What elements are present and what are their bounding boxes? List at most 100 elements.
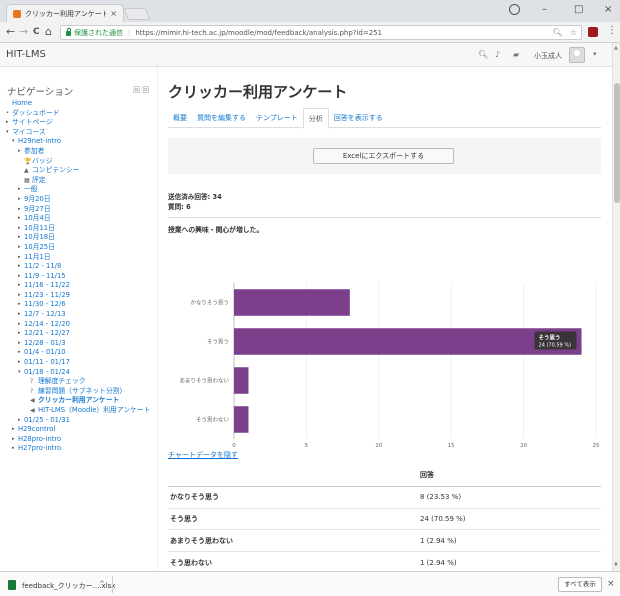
sidebar-item[interactable]: ? 練習問題（サブネット分割）	[6, 387, 156, 397]
badge-icon: 🏆	[24, 157, 32, 165]
sidebar-item[interactable]: ▸ 10月4日	[6, 214, 156, 224]
sidebar-item[interactable]: ▸ 一般	[6, 185, 156, 195]
sidebar-item-label: コンピテンシー	[32, 166, 80, 175]
tab-5[interactable]: 回答を表示する	[329, 108, 388, 127]
sidebar-item[interactable]: ▸ 12/21 - 12/27	[6, 329, 156, 339]
address-bar[interactable]: 保護された通信 | https://mimir.hi-tech.ac.jp/mo…	[60, 25, 582, 40]
sidebar-item-label: 01/25 - 01/31	[24, 415, 70, 424]
sidebar-item[interactable]: ▸ サイトページ	[6, 118, 156, 128]
scroll-up-icon[interactable]: ▲	[614, 45, 618, 51]
tab-1[interactable]: 概要	[168, 108, 192, 127]
profile-icon[interactable]	[509, 4, 520, 15]
user-menu-caret-icon[interactable]: ▾	[593, 50, 597, 58]
sidebar-item-label: バッジ	[32, 156, 53, 165]
reload-button[interactable]: C	[33, 25, 40, 39]
sidebar-item-label: マイコース	[12, 127, 46, 136]
sidebar-item-label: 11月1日	[24, 252, 51, 261]
sidebar-item[interactable]: ▸ 01/4 - 01/10	[6, 348, 156, 358]
tooltip-title: そう思う	[539, 334, 561, 342]
scroll-down-icon[interactable]: ▼	[614, 562, 618, 568]
messages-icon[interactable]: ▰	[513, 50, 519, 59]
sidebar-item-label: H29control	[18, 425, 56, 434]
hide-chart-data-link[interactable]: チャートデータを隠す	[168, 450, 238, 460]
sidebar-item[interactable]: ▸ 9月27日	[6, 205, 156, 215]
user-avatar[interactable]	[569, 47, 585, 63]
search-icon[interactable]: 🔍︎	[478, 50, 488, 59]
browser-toolbar: ← → C ⌂ 保護された通信 | https://mimir.hi-tech.…	[0, 22, 620, 43]
user-name[interactable]: 小玉成人	[534, 51, 562, 61]
sidebar-item[interactable]: ▾ 01/18 - 01/24	[6, 368, 156, 378]
download-bar-close-icon[interactable]: ×	[607, 579, 615, 589]
maximize-button[interactable]: □	[574, 4, 583, 15]
sidebar-item[interactable]: ▸ 9月20日	[6, 195, 156, 205]
sidebar-item[interactable]: ▾ マイコース	[6, 128, 156, 138]
bookmark-star-icon[interactable]: ☆	[570, 28, 577, 37]
sidebar-item-label: 10月25日	[24, 242, 55, 251]
new-tab-button[interactable]	[123, 8, 151, 20]
sidebar-item[interactable]: ▸ 12/14 - 12/20	[6, 320, 156, 330]
sidebar-item[interactable]: ▸ H29control	[6, 425, 156, 435]
forward-button[interactable]: →	[19, 25, 28, 39]
sidebar-item[interactable]: ▸ 11月1日	[6, 253, 156, 263]
sidebar-item-label: 01/4 - 01/10	[24, 348, 66, 357]
sidebar-item[interactable]: Home	[6, 99, 156, 109]
tab-2[interactable]: 質問を編集する	[192, 108, 251, 127]
minimize-button[interactable]: –	[542, 4, 547, 15]
zoom-icon[interactable]: 🔍︎	[553, 28, 563, 37]
notification-bell-icon[interactable]: ♪	[495, 50, 500, 59]
sidebar-item[interactable]: ▸ 01/25 - 01/31	[6, 416, 156, 426]
table-row: かなりそう思う 8 (23.53 %)	[168, 486, 601, 509]
tab-4[interactable]: 分析	[302, 108, 329, 129]
extension-icon[interactable]	[588, 27, 598, 37]
tab-3[interactable]: テンプレート	[251, 108, 303, 127]
sidebar-item[interactable]: ◀ クリッカー利用アンケート	[6, 396, 156, 406]
activity-tabs: 概要 質問を編集する テンプレート 分析 回答を表示する	[168, 108, 601, 129]
sidebar-item-label: 参加者	[24, 146, 45, 155]
sidebar-item[interactable]: ▸ 12/7 - 12/13	[6, 310, 156, 320]
sidebar-item[interactable]: ▸ H28pro-intro	[6, 435, 156, 445]
home-button[interactable]: ⌂	[45, 25, 52, 39]
category-label: そう思わない	[196, 417, 230, 424]
sidebar-item-label: 12/28 - 01/3	[24, 338, 66, 347]
x-tick-label: 25	[593, 443, 600, 449]
response-bar-chart: 回答0510152025かなりそう思うそう思うあまりそう思わないそう思わないそう…	[179, 283, 600, 449]
divider	[168, 217, 601, 218]
show-all-downloads-button[interactable]: すべて表示	[558, 577, 602, 592]
sidebar-item[interactable]: ▸ 11/9 - 11/15	[6, 272, 156, 282]
download-menu-caret-icon[interactable]: ^	[99, 580, 105, 588]
sidebar-item[interactable]: ▸ 10月18日	[6, 233, 156, 243]
sidebar-item[interactable]: • ダッシュボード	[6, 109, 156, 119]
sidebar-item[interactable]: ▦ 評定	[6, 176, 156, 186]
tab-close-icon[interactable]: ×	[110, 9, 117, 18]
sidebar-item[interactable]: ▸ 11/2 - 11/8	[6, 262, 156, 272]
browser-menu-icon[interactable]: ⋮	[607, 25, 617, 36]
sidebar-item[interactable]: ▸ H27pro-intro	[6, 444, 156, 454]
sidebar-item[interactable]: ▸ 12/28 - 01/3	[6, 339, 156, 349]
sidebar-item[interactable]: ▸ 11/30 - 12/6	[6, 300, 156, 310]
sidebar-item-label: 評定	[32, 175, 46, 184]
sidebar-item[interactable]: ▸ 01/11 - 01/17	[6, 358, 156, 368]
scroll-thumb[interactable]	[614, 83, 620, 203]
sidebar-item[interactable]: ▸ 参加者	[6, 147, 156, 157]
sidebar-item[interactable]: ▸ 11/16 - 11/22	[6, 281, 156, 291]
sidebar-item[interactable]: ▸ 10月25日	[6, 243, 156, 253]
block-actions-icon[interactable]: 回 回	[133, 85, 149, 95]
close-window-button[interactable]: ×	[604, 4, 612, 15]
back-button[interactable]: ←	[6, 25, 15, 39]
sidebar-item-label: 理解度チェック	[38, 377, 86, 386]
browser-tab[interactable]: クリッカー利用アンケート ×	[6, 4, 124, 22]
sidebar-item[interactable]: ? 理解度チェック	[6, 377, 156, 387]
sidebar-item[interactable]: ▸ 10月11日	[6, 224, 156, 234]
sidebar-item[interactable]: ▾ H29net-intro	[6, 137, 156, 147]
sidebar-item[interactable]: 🏆 バッジ	[6, 157, 156, 167]
page-scrollbar[interactable]: ▲ ▼	[612, 43, 620, 571]
sidebar-item[interactable]: ◀ HIT-LMS（Moodle）利用アンケート	[6, 406, 156, 416]
table-row: そう思う 24 (70.59 %)	[168, 507, 601, 530]
sidebar-item-label: 一般	[24, 185, 38, 194]
navigation-tree: Home • ダッシュボード ▸ サイトページ ▾ マイコース ▾ H29net-intro ▸ 参…	[6, 99, 156, 454]
export-excel-button[interactable]: Excelにエクスポートする	[313, 148, 454, 164]
bar-4	[234, 406, 249, 433]
sidebar-item[interactable]: ▸ 11/23 - 11/29	[6, 291, 156, 301]
sidebar-item[interactable]: ▲ コンピテンシー	[6, 166, 156, 176]
site-name[interactable]: HIT-LMS	[6, 49, 46, 60]
